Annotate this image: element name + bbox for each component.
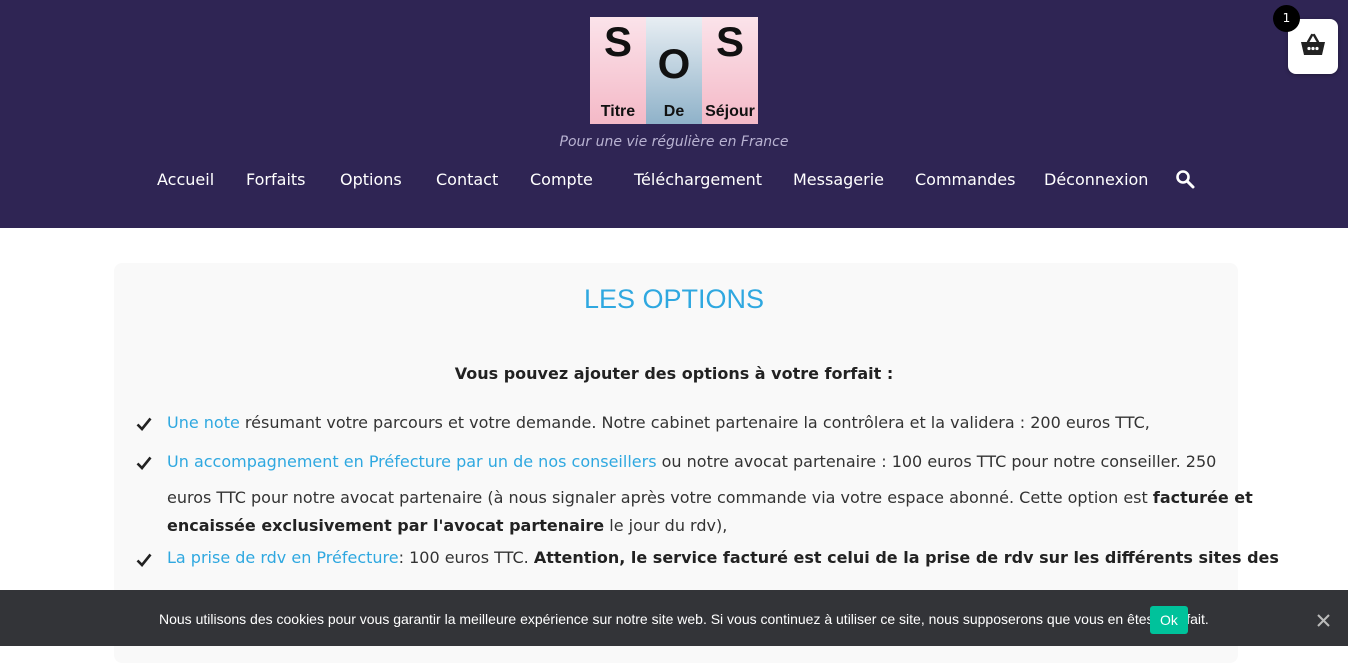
option-text: : 100 euros TTC. [398, 548, 534, 567]
nav-deconnexion[interactable]: Déconnexion [1044, 168, 1148, 192]
cookie-ok-button[interactable]: Ok [1150, 606, 1188, 634]
checkmark-icon [136, 417, 152, 431]
link-accompagnement[interactable]: Un accompagnement en Préfecture par un d… [167, 452, 657, 471]
option-item-note: Une note résumant votre parcours et votr… [167, 411, 1217, 435]
site-logo[interactable]: S Titre O De S Séjour [590, 17, 758, 124]
page-title: LES OPTIONS [583, 284, 765, 314]
cookie-message-text: Nous utilisons des cookies pour vous gar… [159, 611, 1209, 627]
option-item-rdv: La prise de rdv en Préfecture: 100 euros… [167, 546, 1279, 570]
link-une-note[interactable]: Une note [167, 413, 240, 432]
option-item-accompagnement-line3: encaissée exclusivement par l'avocat par… [167, 514, 1217, 538]
link-prise-rdv[interactable]: La prise de rdv en Préfecture [167, 548, 399, 567]
site-header: S Titre O De S Séjour Pour une vie régul… [0, 0, 1348, 228]
basket-icon [1301, 33, 1325, 55]
nav-messagerie[interactable]: Messagerie [793, 168, 884, 192]
nav-commandes[interactable]: Commandes [915, 168, 1015, 192]
nav-telechargement[interactable]: Téléchargement [634, 168, 762, 192]
option-bold-text: Attention, le service facturé est celui … [533, 548, 1279, 567]
options-intro: Vous pouvez ajouter des options à votre … [454, 364, 894, 383]
option-item-accompagnement: Un accompagnement en Préfecture par un d… [167, 450, 1217, 474]
logo-letter: S [603, 18, 632, 65]
logo-word: Titre [600, 103, 636, 120]
logo-word: Séjour [705, 103, 755, 120]
nav-contact[interactable]: Contact [436, 168, 498, 192]
option-bold-text: facturée et [1152, 488, 1253, 507]
cart-count-badge: 1 [1273, 5, 1300, 32]
nav-accueil[interactable]: Accueil [157, 168, 214, 192]
logo-letter: S [715, 18, 744, 65]
option-text: le jour du rdv), [604, 516, 728, 535]
checkmark-icon [136, 456, 152, 470]
nav-options[interactable]: Options [340, 168, 402, 192]
logo-column-2: O De [646, 17, 702, 124]
nav-compte[interactable]: Compte [530, 168, 593, 192]
logo-column-3: S Séjour [702, 17, 758, 124]
logo-letter: O [657, 40, 691, 87]
search-icon[interactable] [1175, 169, 1195, 189]
nav-forfaits[interactable]: Forfaits [246, 168, 306, 192]
option-item-accompagnement-line2: euros TTC pour notre avocat partenaire (… [167, 486, 1253, 510]
logo-column-1: S Titre [590, 17, 646, 124]
option-text: euros TTC pour notre avocat partenaire (… [167, 488, 1153, 507]
option-text: ou notre avocat partenaire : 100 euros T… [656, 452, 1217, 471]
main-nav: Accueil Forfaits Options Contact Compte … [0, 168, 1348, 192]
site-tagline: Pour une vie régulière en France [559, 134, 789, 150]
checkmark-icon [136, 553, 152, 567]
option-bold-text: encaissée exclusivement par l'avocat par… [167, 516, 605, 535]
cookie-banner: Nous utilisons des cookies pour vous gar… [0, 590, 1348, 646]
option-text: résumant votre parcours et votre demande… [239, 413, 1150, 432]
logo-word: De [663, 103, 685, 120]
close-icon[interactable] [1316, 613, 1331, 628]
